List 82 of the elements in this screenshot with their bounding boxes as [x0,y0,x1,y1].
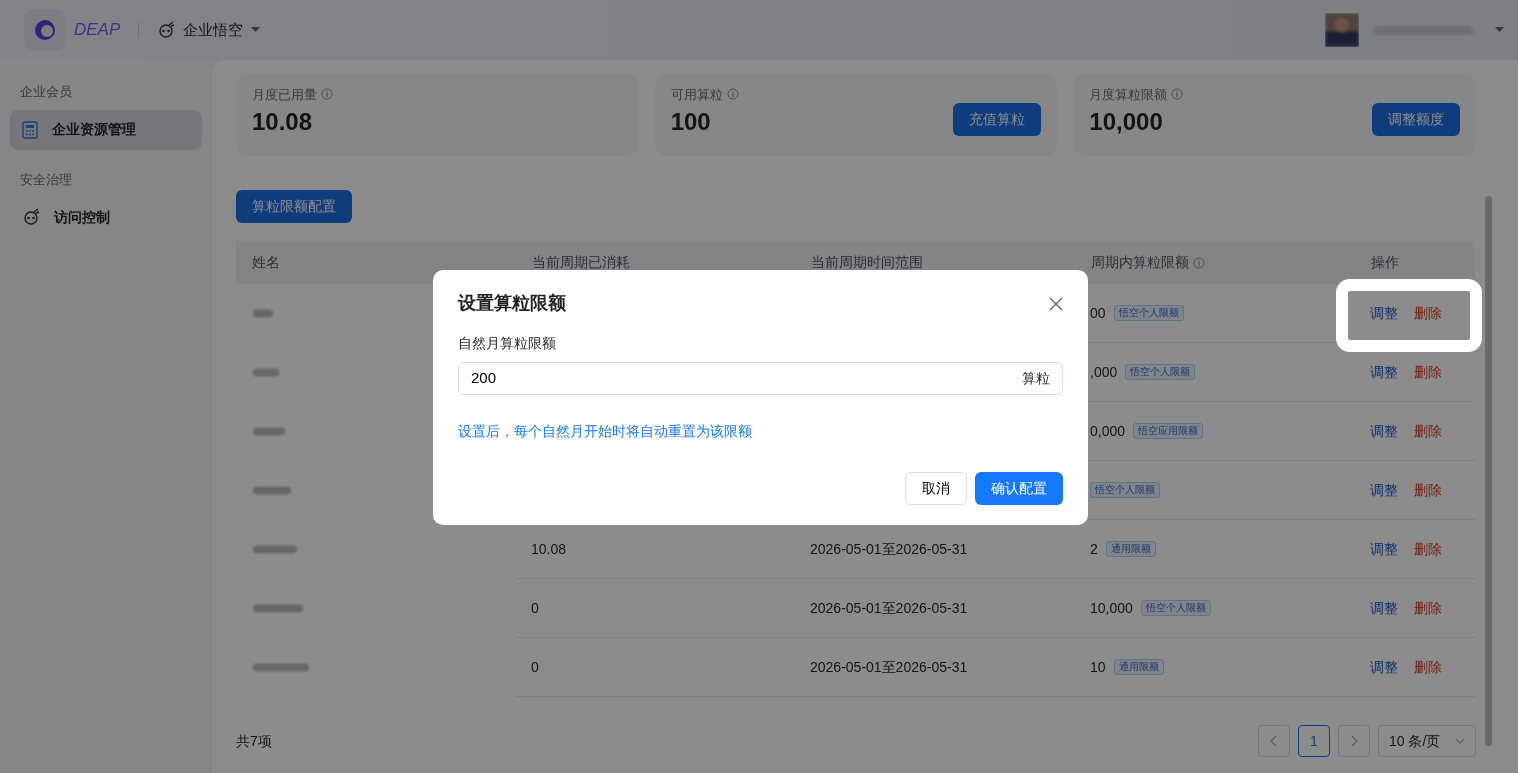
section-title: 安全治理 [19,170,73,189]
column-header: 姓名 [236,241,516,284]
prev-page-button[interactable] [1258,725,1290,757]
table-cell-text: 10,000 [1090,598,1133,618]
input-field[interactable]: 200 算粒 [458,362,1063,395]
table-cell: 0 [516,579,795,638]
limit-tag: 悟空个人限额 [1125,364,1196,380]
workspace-selector[interactable]: 企业悟空 [157,18,261,42]
caret-icon[interactable] [1495,27,1504,33]
chevron-left-icon [1270,735,1278,747]
total-count: 共7项 [236,731,272,751]
blurred-name [251,602,305,614]
action-button[interactable]: 调整额度 [1372,103,1460,136]
limit-tag: 悟空个人限额 [1090,482,1160,498]
chevron-down-icon [1455,738,1465,744]
confirm-button[interactable]: 确认配置 [975,472,1063,505]
close-icon[interactable] [1049,296,1063,311]
delete-link[interactable]: 删除 [1414,302,1442,324]
blurred-name [251,307,275,319]
table-cell: 2026-05-01至2026-05-31 [795,579,1075,638]
info-icon [726,88,739,101]
stat-label: 月度算粒限额 [1089,85,1168,104]
logo-icon [24,9,66,51]
caret-icon [251,27,261,33]
monkey-icon [22,208,40,226]
modal-title: 设置算粒限额 [458,292,566,315]
limit-tag: 悟空个人限额 [1113,305,1184,321]
sidebar-item[interactable]: 访问控制 [10,197,202,237]
table-cell: 2026-05-01至2026-05-31 [795,638,1075,697]
delete-link[interactable]: 删除 [1414,656,1442,678]
adjust-link[interactable]: 调整 [1370,538,1398,560]
delete-link[interactable]: 删除 [1414,597,1442,619]
unit-label: 算粒 [1022,369,1050,388]
page-button[interactable]: 1 [1298,725,1330,757]
calculator-icon [22,120,38,139]
delete-link[interactable]: 删除 [1414,538,1442,560]
limit-tag: 通用限额 [1105,541,1156,557]
blurred-name [251,543,299,555]
column-header: 周期内算粒限额 [1075,241,1355,284]
stat-value: 10,000 [1089,107,1164,137]
table-cell: 0 [516,638,795,697]
stat-value: 100 [670,107,712,137]
blurred-name [251,661,311,673]
info-icon [321,88,333,101]
field-label: 自然月算粒限额 [458,334,557,353]
config-button[interactable]: 算粒限额配置 [236,190,352,223]
delete-link[interactable]: 删除 [1414,420,1442,442]
adjust-link[interactable]: 调整 [1370,361,1398,383]
adjust-link[interactable]: 调整 [1370,420,1398,442]
stat-label: 月度已用量 [252,85,317,104]
adjust-link[interactable]: 调整 [1370,656,1398,678]
stat-label: 可用算粒 [670,85,723,104]
limit-tag: 通用限额 [1113,659,1164,675]
blurred-name [251,425,287,437]
monkey-icon [157,21,176,39]
table-cell-text: 2 [1090,539,1098,559]
blurred-name [251,484,293,496]
delete-link[interactable]: 删除 [1414,479,1442,501]
delete-link[interactable]: 删除 [1414,361,1442,383]
table-cell-text: 0,000 [1090,421,1126,441]
scrollbar[interactable] [1485,196,1492,746]
page-size-select[interactable]: 10 条/页 [1378,725,1476,757]
limit-tag: 悟空应用限额 [1133,423,1204,439]
adjust-link[interactable]: 调整 [1370,597,1398,619]
section-title: 企业会员 [19,83,73,101]
table-cell-text: 10 [1090,657,1106,677]
stat-value: 10.08 [252,107,314,137]
adjust-link[interactable]: 调整 [1370,479,1398,501]
action-button[interactable]: 充值算粒 [953,103,1042,136]
info-icon [1193,256,1205,269]
limit-tag: 悟空个人限额 [1140,600,1211,616]
blurred-name [251,366,281,378]
info-icon [1171,88,1184,101]
table-cell-text: ,000 [1090,362,1118,382]
table-cell-text: 00 [1090,303,1106,323]
cancel-button[interactable]: 取消 [905,472,967,505]
adjust-link[interactable]: 调整 [1370,302,1398,324]
hint-text: 设置后，每个自然月开始时将自动重置为该限额 [458,422,753,441]
sidebar-item[interactable]: 企业资源管理 [10,109,202,150]
chevron-right-icon [1350,735,1358,747]
next-page-button[interactable] [1338,725,1370,757]
brand-name: DEAP [74,19,121,42]
